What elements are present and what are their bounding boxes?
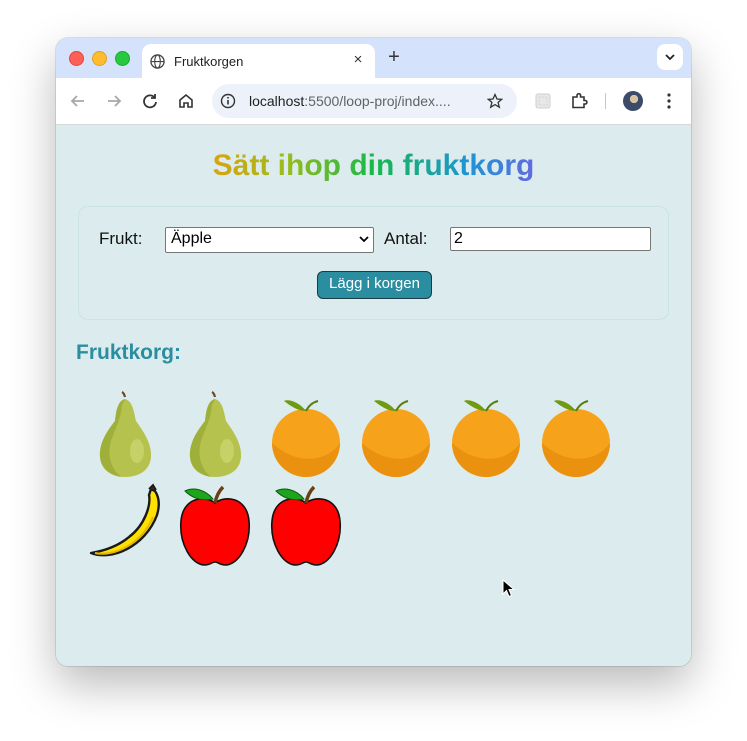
orange-icon bbox=[452, 400, 520, 477]
url-path: :5500/loop-proj/index.... bbox=[304, 93, 451, 109]
bookmark-star-icon[interactable] bbox=[487, 93, 503, 109]
window-close-button[interactable] bbox=[69, 51, 84, 66]
back-arrow-icon[interactable] bbox=[67, 90, 89, 112]
url-text[interactable]: localhost:5500/loop-proj/index.... bbox=[249, 93, 451, 109]
pear-icon bbox=[189, 391, 242, 477]
add-fruit-form: Frukt: Äpple Antal: 2 Lägg i korgen bbox=[78, 206, 669, 320]
site-info-icon[interactable] bbox=[220, 93, 236, 109]
fruit-label: Frukt: bbox=[99, 229, 143, 248]
mouse-cursor-icon bbox=[502, 579, 516, 598]
tab-title: Fruktkorgen bbox=[174, 54, 244, 69]
apple-icon bbox=[180, 485, 250, 566]
forward-arrow-icon[interactable] bbox=[103, 90, 125, 112]
pear-icon bbox=[99, 391, 152, 477]
quantity-input[interactable]: 2 bbox=[450, 227, 651, 251]
chevron-down-icon bbox=[359, 236, 369, 243]
tab-strip: Fruktkorgen × + bbox=[56, 38, 691, 78]
orange-icon bbox=[272, 400, 340, 477]
home-icon[interactable] bbox=[175, 90, 197, 112]
globe-icon bbox=[150, 54, 165, 69]
profile-avatar[interactable] bbox=[623, 91, 643, 111]
tab-search-button[interactable] bbox=[657, 44, 683, 70]
chevron-down-icon bbox=[665, 54, 675, 61]
extensions-puzzle-icon[interactable] bbox=[568, 90, 590, 112]
basket-heading: Fruktkorg: bbox=[76, 341, 181, 364]
banana-icon bbox=[89, 483, 160, 557]
new-tab-button[interactable]: + bbox=[384, 47, 404, 68]
tab-close-icon[interactable]: × bbox=[349, 51, 367, 69]
browser-window: Fruktkorgen × + localhost:5500/loop-proj… bbox=[56, 38, 691, 666]
orange-icon bbox=[362, 400, 430, 477]
add-to-basket-button[interactable]: Lägg i korgen bbox=[317, 271, 432, 299]
quantity-label: Antal: bbox=[384, 229, 428, 248]
address-bar[interactable]: localhost:5500/loop-proj/index.... bbox=[212, 84, 517, 118]
orange-icon bbox=[542, 400, 610, 477]
browser-toolbar: localhost:5500/loop-proj/index.... bbox=[56, 78, 691, 125]
apple-icon bbox=[271, 485, 341, 566]
fruit-select[interactable]: Äpple bbox=[165, 227, 374, 253]
browser-tab[interactable]: Fruktkorgen × bbox=[142, 44, 375, 78]
url-host: localhost bbox=[249, 93, 305, 109]
window-minimize-button[interactable] bbox=[92, 51, 107, 66]
page-content: Sätt ihop din fruktkorg Frukt: Äpple Ant… bbox=[56, 125, 691, 666]
reload-icon[interactable] bbox=[139, 90, 161, 112]
page-title: Sätt ihop din fruktkorg bbox=[56, 149, 691, 183]
more-menu-icon[interactable] bbox=[658, 90, 680, 112]
fruit-select-value: Äpple bbox=[171, 230, 212, 247]
toolbar-divider bbox=[605, 93, 606, 109]
extension-placeholder-icon[interactable] bbox=[532, 90, 554, 112]
window-maximize-button[interactable] bbox=[115, 51, 130, 66]
